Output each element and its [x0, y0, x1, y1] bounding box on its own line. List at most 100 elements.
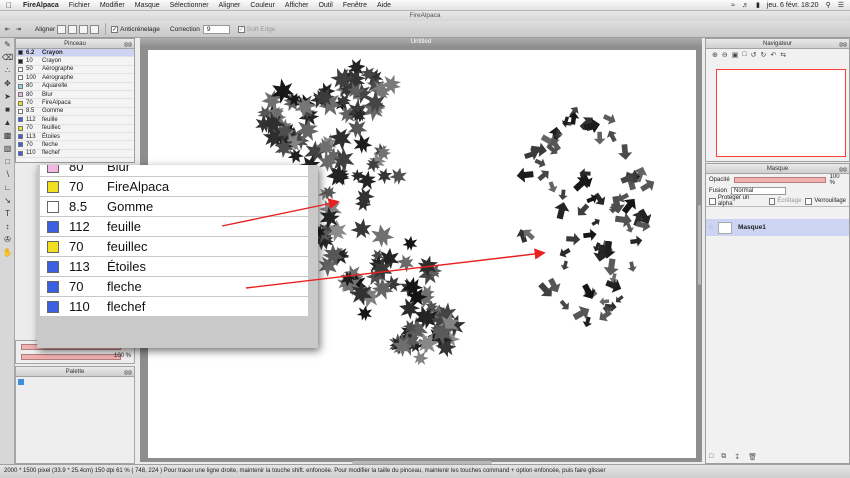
- layer-header: Masque ⦻⦻: [706, 164, 849, 174]
- zoomed-brush-rows: 80 Blur 70 FireAlpaca 8.5 Gomme 112 feuille 70 fe…: [40, 165, 308, 317]
- layer-actions: □ ⧉ ↧ 🗑: [709, 453, 757, 461]
- rotate-reset-icon[interactable]: ↶: [770, 51, 776, 59]
- brush-color-swatch: [47, 280, 59, 293]
- arrow-stamp: [565, 232, 581, 246]
- brush-name: Gomme: [107, 199, 154, 214]
- clipping-checkbox[interactable]: [768, 197, 776, 205]
- arrow-stamp: [613, 293, 626, 306]
- flip-icon[interactable]: ⇆: [780, 51, 786, 59]
- brush-size: 70: [69, 239, 84, 254]
- zoomed-brush-item[interactable]: 113 Étoiles: [40, 257, 308, 277]
- arrow-stamp: [515, 166, 535, 184]
- zoomed-brush-item[interactable]: 8.5 Gomme: [40, 197, 308, 217]
- trash-icon[interactable]: 🗑: [748, 453, 757, 461]
- brush-name: flechef: [107, 299, 146, 314]
- blend-label: Fusion: [709, 187, 728, 194]
- arrow-stamp: [559, 259, 571, 272]
- arrow-stamps: [514, 104, 658, 329]
- brush-name: FireAlpaca: [107, 179, 170, 194]
- layer-item[interactable]: ○ Masque1: [706, 219, 849, 236]
- arrow-stamp: [573, 200, 593, 220]
- merge-layer-icon[interactable]: ↧: [734, 453, 740, 461]
- arrow-stamp: [557, 189, 569, 201]
- zoom-actual-icon[interactable]: □: [742, 51, 746, 59]
- duplicate-layer-icon[interactable]: ⧉: [721, 453, 726, 461]
- brush-name: Blur: [107, 165, 131, 174]
- eye-icon[interactable]: ○: [709, 224, 713, 231]
- leaf-stamp: [401, 235, 419, 252]
- arrow-stamp: [617, 143, 633, 161]
- protect-alpha-label: Protéger un alpha: [717, 195, 750, 207]
- brush-size: 70: [69, 279, 84, 294]
- clipping-label: Écrêtage: [777, 198, 802, 204]
- leaf-stamp: [347, 214, 376, 244]
- arrow-stamp: [581, 315, 594, 329]
- zoomed-brush-item[interactable]: 110 flechef: [40, 297, 308, 317]
- arrow-stamp: [535, 166, 553, 184]
- rotate-right-icon[interactable]: ↻: [760, 51, 766, 59]
- blend-select[interactable]: Normal: [731, 186, 787, 195]
- zoomed-brush-item[interactable]: 112 feuille: [40, 217, 308, 237]
- brush-size: 8.5: [69, 199, 88, 214]
- panel-close-icon[interactable]: ⦻⦻: [839, 165, 847, 175]
- brush-name: fleche: [107, 279, 142, 294]
- arrow-stamp: [590, 216, 602, 228]
- leaf-stamp: [351, 132, 374, 155]
- brush-color-swatch: [47, 220, 59, 233]
- layer-panel: Masque ⦻⦻ Opacité 100 % Fusion Normal Pr…: [705, 163, 850, 464]
- lock-checkbox[interactable]: [805, 197, 813, 205]
- brush-color-swatch: [47, 260, 59, 273]
- opacity-value: 100 %: [829, 173, 840, 186]
- arrow-stamp: [552, 200, 572, 221]
- layer-thumbnail: [718, 221, 732, 234]
- arrow-stamp: [626, 260, 638, 273]
- zoomed-brush-item[interactable]: 70 fleche: [40, 277, 308, 297]
- brush-size: 110: [69, 299, 90, 314]
- brush-name: Étoiles: [107, 259, 147, 274]
- panel-close-icon[interactable]: ⦻⦻: [839, 40, 847, 50]
- zoomed-brush-item[interactable]: 70 FireAlpaca: [40, 177, 308, 197]
- leaf-stamp: [388, 165, 409, 187]
- navigator-header: Navigateur ⦻⦻: [706, 39, 849, 49]
- new-layer-icon[interactable]: □: [709, 453, 713, 461]
- opacity-label: Opacité: [709, 176, 730, 183]
- zoomed-brush-item[interactable]: 70 feuillec: [40, 237, 308, 257]
- zoomed-brush-item[interactable]: 80 Blur: [40, 165, 308, 177]
- zoom-out-icon[interactable]: ⊖: [722, 51, 728, 59]
- arrow-stamp: [557, 297, 573, 313]
- brush-name: feuillec: [107, 239, 148, 254]
- opacity-slider[interactable]: [733, 176, 826, 183]
- status-bar: 2000 * 1500 pixel (33.9 * 25.4cm) 150 dp…: [0, 464, 850, 478]
- brush-color-swatch: [47, 300, 59, 313]
- opacity-row: Opacité 100 %: [706, 173, 849, 186]
- zoom-fit-icon[interactable]: ▣: [732, 51, 739, 59]
- rotate-left-icon[interactable]: ↺: [751, 51, 757, 59]
- arrow-stamp: [593, 131, 606, 145]
- arrow-stamp: [601, 110, 619, 127]
- navigator-title: Navigateur: [762, 41, 792, 47]
- navigator-panel: Navigateur ⦻⦻ ⊕ ⊖ ▣ □ ↺ ↻ ↶ ⇆: [705, 38, 850, 162]
- brush-color-swatch: [47, 200, 59, 213]
- leaf-stamp: [346, 117, 368, 139]
- layer-name: Masque1: [738, 224, 766, 231]
- brush-color-swatch: [47, 165, 59, 173]
- brush-size: 113: [69, 259, 90, 274]
- arrow-stamp: [545, 180, 560, 195]
- zoomed-brush-list: 80 Blur 70 FireAlpaca 8.5 Gomme 112 feuille 70 fe…: [37, 165, 318, 348]
- protect-alpha-checkbox[interactable]: [709, 197, 716, 205]
- lock-label: Verrouillage: [814, 198, 847, 204]
- arrow-stamp: [557, 245, 573, 260]
- leaf-stamp: [368, 222, 396, 250]
- arrow-stamp: [629, 234, 644, 248]
- zoom-in-icon[interactable]: ⊕: [712, 51, 718, 59]
- arrow-stamp: [533, 155, 548, 170]
- navigator-toolbar: ⊕ ⊖ ▣ □ ↺ ↻ ↶ ⇆: [706, 49, 849, 61]
- leaf-stamp: [356, 304, 374, 322]
- navigator-preview[interactable]: [716, 69, 846, 157]
- arrow-stamp: [582, 228, 598, 242]
- layer-panel-title: Masque: [766, 166, 789, 172]
- brush-size: 80: [69, 165, 84, 174]
- brush-color-swatch: [47, 240, 59, 253]
- arrow-stamp: [604, 128, 620, 144]
- layer-options-row: Protéger un alpha Écrêtage Verrouillage: [706, 195, 849, 207]
